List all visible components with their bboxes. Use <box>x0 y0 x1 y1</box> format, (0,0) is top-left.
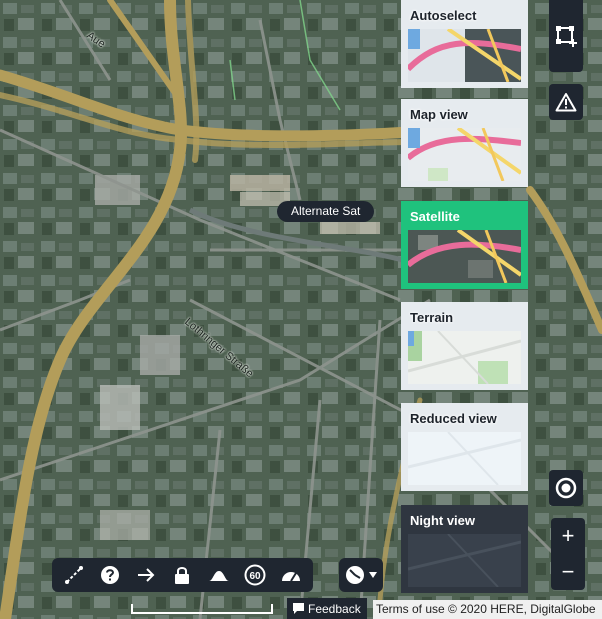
select-area-icon <box>556 26 577 47</box>
zoom-out-button[interactable]: − <box>551 554 585 590</box>
map-view-night[interactable]: Night view <box>401 505 528 593</box>
warning-icon <box>555 93 577 112</box>
speed-limit-text: 60 <box>249 571 261 582</box>
compass-icon <box>346 566 377 584</box>
elevation-icon <box>208 571 229 581</box>
feedback-button[interactable]: Feedback <box>287 598 367 619</box>
zoom-in-button[interactable]: + <box>551 518 585 554</box>
tile-label-night: Night view <box>410 513 476 528</box>
night-thumbnail <box>408 534 521 587</box>
reduced-thumbnail <box>408 432 521 485</box>
terrain-thumbnail <box>408 331 521 384</box>
speedometer-icon <box>281 572 300 582</box>
help-button[interactable] <box>96 561 124 589</box>
select-area-button[interactable] <box>549 0 583 72</box>
speedometer-tool-button[interactable] <box>277 561 305 589</box>
scale-bar <box>131 604 273 614</box>
compass-button[interactable] <box>339 558 383 592</box>
lock-icon <box>175 567 190 584</box>
speed-limit-tool-button[interactable]: 60 <box>241 561 269 589</box>
bottom-toolbar: 60 <box>52 558 313 592</box>
map-view-tooltip: Alternate Sat <box>277 201 375 222</box>
tile-label-autoselect: Autoselect <box>410 8 477 23</box>
zoom-control: + − <box>551 518 585 590</box>
locate-button[interactable] <box>549 470 583 506</box>
chevron-down-icon <box>369 572 377 578</box>
tile-label-satellite: Satellite <box>410 209 460 224</box>
map-view-thumbnail <box>408 128 521 181</box>
help-icon <box>101 566 120 584</box>
tile-label-map: Map view <box>410 107 468 122</box>
feedback-icon <box>293 603 304 614</box>
feedback-label: Feedback <box>308 601 361 616</box>
map-view-map[interactable]: Map view <box>401 99 528 187</box>
map-view-autoselect[interactable]: Autoselect <box>401 0 528 88</box>
route-tool-button[interactable] <box>60 561 88 589</box>
map-view-reduced[interactable]: Reduced view <box>401 403 528 491</box>
alert-button[interactable] <box>549 84 583 120</box>
elevation-tool-button[interactable] <box>205 561 233 589</box>
map-view-satellite[interactable]: Satellite <box>401 201 528 289</box>
lock-tool-button[interactable] <box>168 561 196 589</box>
arrow-icon <box>138 568 155 582</box>
speed-limit-icon: 60 <box>244 564 266 586</box>
satellite-thumbnail <box>408 230 521 283</box>
map-view-terrain[interactable]: Terrain <box>401 302 528 390</box>
tile-label-terrain: Terrain <box>410 310 454 325</box>
autoselect-thumbnail <box>408 29 521 82</box>
direction-tool-button[interactable] <box>132 561 160 589</box>
terms-of-use-link[interactable]: Terms of use © 2020 HERE, DigitalGlobe <box>373 600 602 619</box>
tile-label-reduced: Reduced view <box>410 411 497 426</box>
locate-icon <box>555 477 577 499</box>
route-icon <box>65 566 84 584</box>
